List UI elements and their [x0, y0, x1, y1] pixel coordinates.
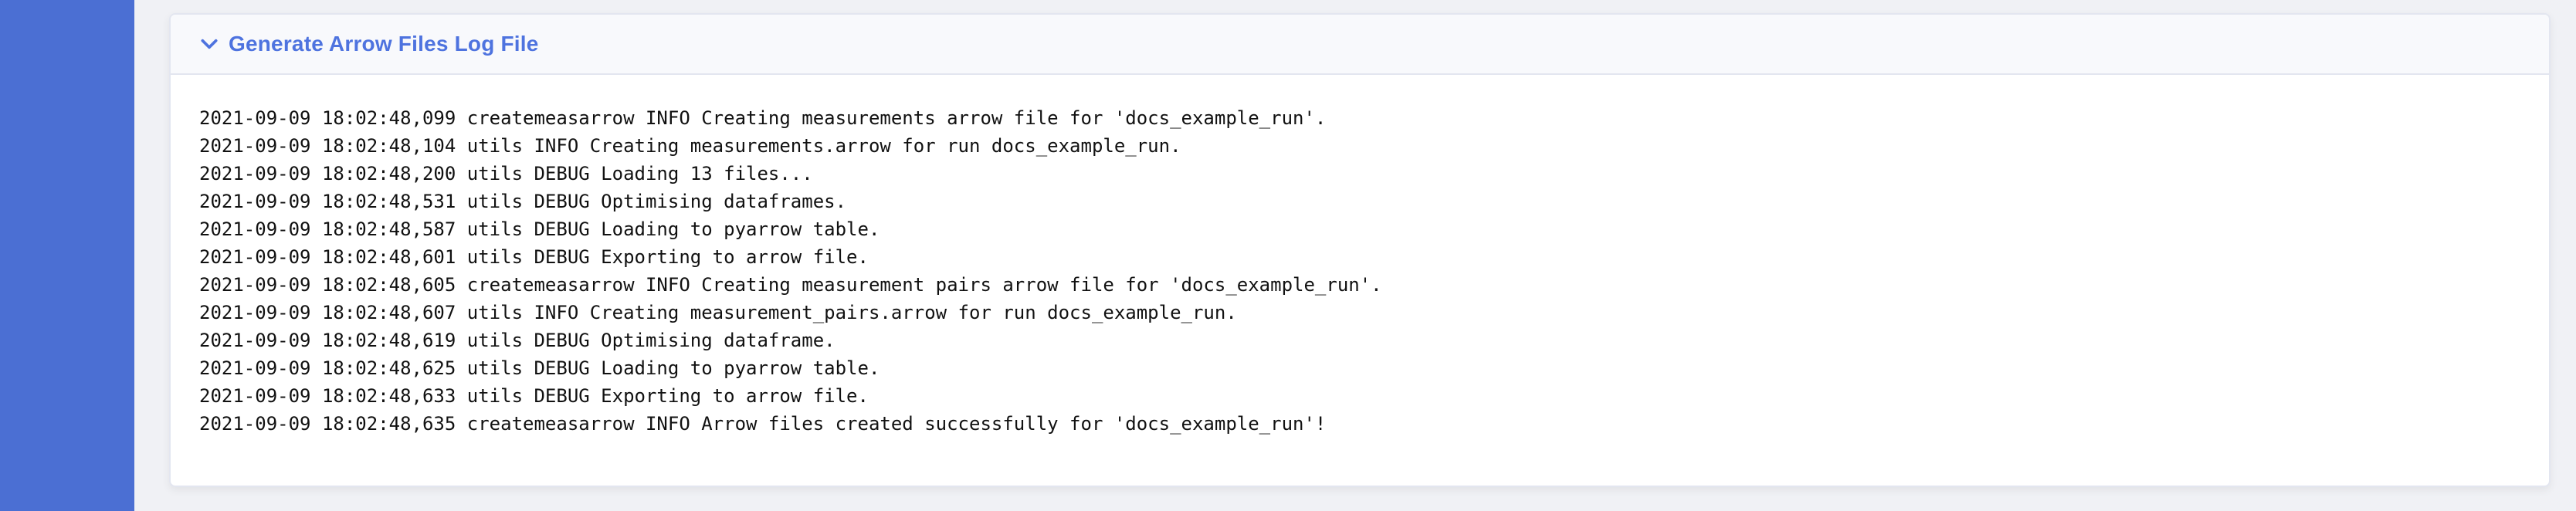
log-panel: Generate Arrow Files Log File 2021-09-09… [169, 13, 2551, 487]
log-line: 2021-09-09 18:02:48,200 utils DEBUG Load… [199, 163, 813, 184]
log-panel-header-toggle[interactable]: Generate Arrow Files Log File [171, 15, 2549, 75]
log-panel-title: Generate Arrow Files Log File [229, 32, 539, 56]
log-line: 2021-09-09 18:02:48,619 utils DEBUG Opti… [199, 330, 836, 351]
log-line: 2021-09-09 18:02:48,601 utils DEBUG Expo… [199, 246, 869, 268]
log-output: 2021-09-09 18:02:48,099 createmeasarrow … [199, 104, 2526, 438]
log-line: 2021-09-09 18:02:48,635 createmeasarrow … [199, 413, 1327, 435]
log-line: 2021-09-09 18:02:48,625 utils DEBUG Load… [199, 357, 880, 379]
log-line: 2021-09-09 18:02:48,104 utils INFO Creat… [199, 135, 1181, 157]
chevron-down-icon [201, 39, 218, 49]
log-line: 2021-09-09 18:02:48,531 utils DEBUG Opti… [199, 191, 847, 212]
log-line: 2021-09-09 18:02:48,099 createmeasarrow … [199, 107, 1327, 129]
sidebar [0, 0, 134, 511]
log-line: 2021-09-09 18:02:48,605 createmeasarrow … [199, 274, 1382, 296]
log-line: 2021-09-09 18:02:48,607 utils INFO Creat… [199, 302, 1237, 323]
log-line: 2021-09-09 18:02:48,587 utils DEBUG Load… [199, 218, 880, 240]
log-line: 2021-09-09 18:02:48,633 utils DEBUG Expo… [199, 385, 869, 407]
